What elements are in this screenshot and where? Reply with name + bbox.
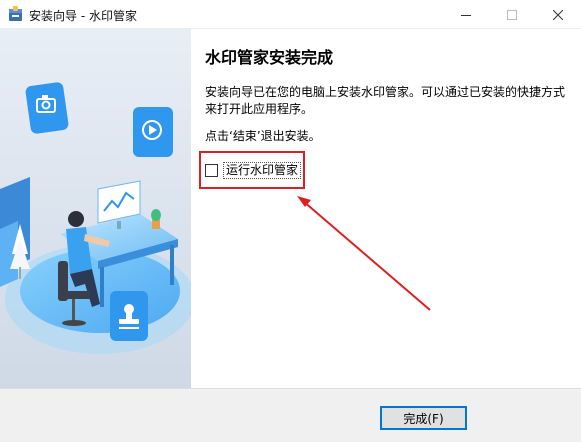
exit-hint: 点击‘结束’退出安装。 — [205, 129, 321, 143]
play-card — [133, 107, 173, 157]
minimize-icon — [461, 14, 471, 16]
camera-card — [25, 82, 69, 134]
wizard-content: 水印管家安装完成 安装向导已在您的电脑上安装水印管家。可以通过已安装的快捷方式来… — [191, 29, 581, 388]
minimize-button[interactable] — [443, 0, 489, 29]
completion-description: 安装向导已在您的电脑上安装水印管家。可以通过已安装的快捷方式来打开此应用程序。 — [205, 85, 566, 116]
app-icon — [9, 6, 22, 21]
stamp-card — [110, 291, 148, 341]
finish-button[interactable]: 完成(F) — [380, 406, 467, 430]
wizard-footer: 完成(F) — [0, 388, 581, 442]
maximize-button[interactable] — [489, 0, 535, 29]
run-app-checkbox[interactable] — [205, 164, 218, 177]
run-app-label[interactable]: 运行水印管家 — [223, 162, 302, 179]
window-title: 安装向导 - 水印管家 — [29, 9, 137, 23]
illustration-graphic — [0, 29, 191, 388]
close-button[interactable] — [535, 0, 581, 29]
page-title: 水印管家安装完成 — [205, 48, 334, 67]
title-bar: 安装向导 - 水印管家 — [0, 0, 581, 29]
maximize-icon — [507, 9, 517, 20]
run-app-option[interactable]: 运行水印管家 — [205, 162, 302, 179]
wizard-illustration — [0, 29, 191, 388]
close-icon — [553, 9, 563, 20]
